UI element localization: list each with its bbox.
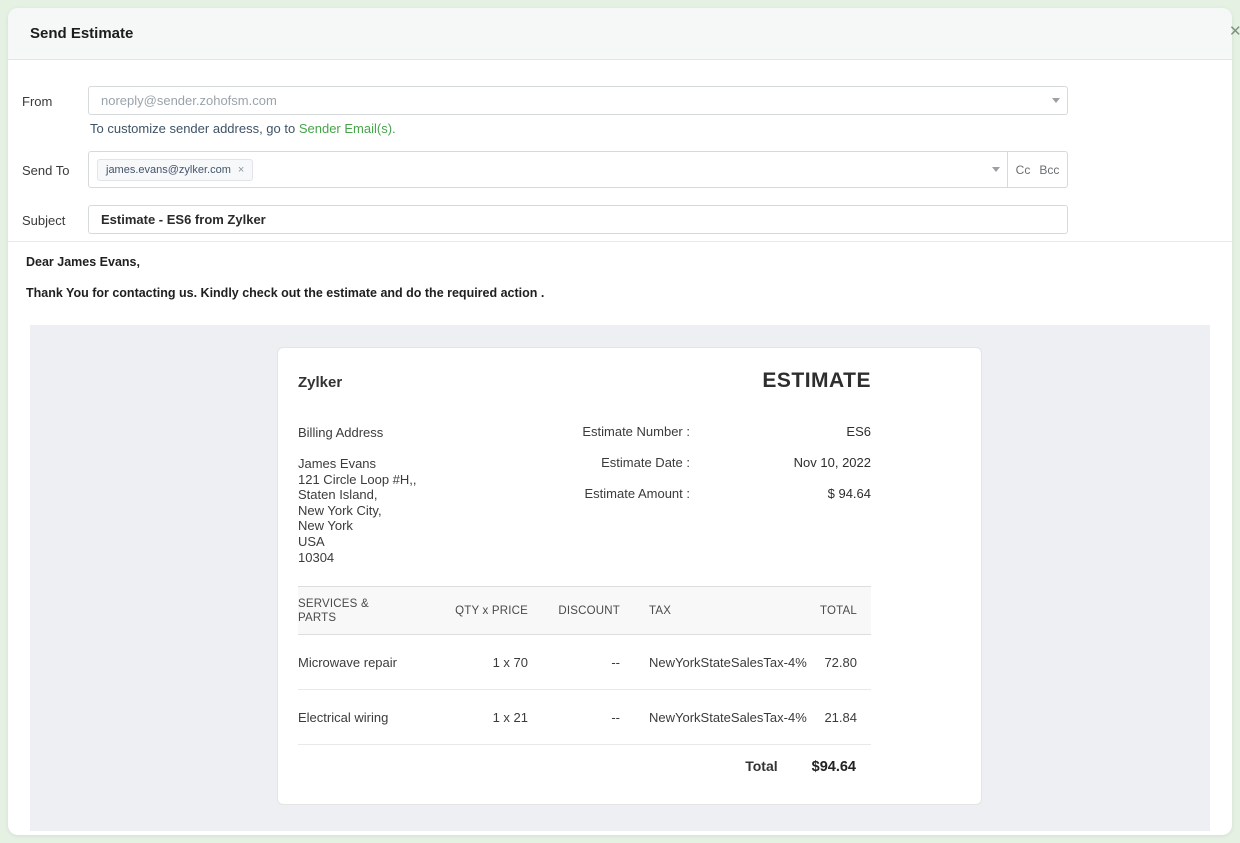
address-line: New York City, xyxy=(298,503,417,519)
estimate-amount-label: Estimate Amount : xyxy=(540,486,690,501)
send-to-dropdown-caret-icon[interactable] xyxy=(992,167,1000,172)
col-total: TOTAL xyxy=(811,587,871,635)
table-header-row: SERVICES & PARTS QTY x PRICE DISCOUNT TA… xyxy=(298,587,871,635)
total-value: $94.64 xyxy=(812,759,856,775)
bcc-button[interactable]: Bcc xyxy=(1039,163,1059,177)
billing-address: James Evans 121 Circle Loop #H,, Staten … xyxy=(298,456,417,565)
col-discount: DISCOUNT xyxy=(528,587,620,635)
company-name: Zylker xyxy=(298,374,342,391)
dialog-title: Send Estimate xyxy=(30,25,133,42)
address-line: 10304 xyxy=(298,550,417,566)
address-line: New York xyxy=(298,518,417,534)
line-total: 21.84 xyxy=(811,690,871,745)
cc-bcc-box: Cc Bcc xyxy=(1007,151,1068,188)
sender-helper-text: To customize sender address, go to Sende… xyxy=(90,121,396,136)
estimate-number-label: Estimate Number : xyxy=(540,424,690,439)
from-label: From xyxy=(22,94,52,109)
estimate-amount-value: $ 94.64 xyxy=(690,486,871,501)
from-input[interactable] xyxy=(88,86,1068,115)
estimate-meta: Estimate Number : ES6 Estimate Date : No… xyxy=(540,424,871,517)
subject-input[interactable] xyxy=(88,205,1068,234)
tax: NewYorkStateSalesTax-4% xyxy=(620,635,811,690)
remove-recipient-icon[interactable]: × xyxy=(238,164,244,176)
address-line: 121 Circle Loop #H,, xyxy=(298,472,417,488)
col-qty-price: QTY x PRICE xyxy=(438,587,528,635)
subject-label: Subject xyxy=(22,213,65,228)
send-estimate-dialog: Send Estimate From To customize sender a… xyxy=(8,8,1232,835)
estimate-date-label: Estimate Date : xyxy=(540,455,690,470)
meta-row-number: Estimate Number : ES6 xyxy=(540,424,871,439)
table-row: Electrical wiring 1 x 21 -- NewYorkState… xyxy=(298,690,871,745)
meta-row-date: Estimate Date : Nov 10, 2022 xyxy=(540,455,871,470)
cc-button[interactable]: Cc xyxy=(1016,163,1031,177)
service-name: Electrical wiring xyxy=(298,690,438,745)
from-dropdown-caret-icon[interactable] xyxy=(1052,98,1060,103)
address-line: James Evans xyxy=(298,456,417,472)
discount: -- xyxy=(528,635,620,690)
line-items-table: SERVICES & PARTS QTY x PRICE DISCOUNT TA… xyxy=(298,586,871,745)
col-services-parts: SERVICES & PARTS xyxy=(298,587,438,635)
send-to-field[interactable]: james.evans@zylker.com × xyxy=(88,151,1008,188)
email-body-editor[interactable]: Dear James Evans, Thank You for contacti… xyxy=(26,255,1214,317)
email-greeting: Dear James Evans, xyxy=(26,255,1214,269)
document-title: ESTIMATE xyxy=(762,369,871,393)
recipient-chip[interactable]: james.evans@zylker.com × xyxy=(97,159,253,181)
estimate-total-row: Total $94.64 xyxy=(745,758,856,775)
total-label: Total xyxy=(745,758,777,774)
email-message: Thank You for contacting us. Kindly chec… xyxy=(26,286,1214,300)
col-tax: TAX xyxy=(620,587,811,635)
send-to-label: Send To xyxy=(22,163,69,178)
service-name: Microwave repair xyxy=(298,635,438,690)
sender-helper-prefix: To customize sender address, go to xyxy=(90,121,299,136)
address-line: Staten Island, xyxy=(298,487,417,503)
estimate-card: Zylker ESTIMATE Billing Address Estimate… xyxy=(277,347,982,805)
address-line: USA xyxy=(298,534,417,550)
estimate-preview-area: Zylker ESTIMATE Billing Address Estimate… xyxy=(30,325,1210,831)
billing-address-label: Billing Address xyxy=(298,425,383,440)
dialog-header: Send Estimate xyxy=(8,8,1232,60)
close-icon[interactable]: ✕ xyxy=(1229,22,1240,42)
recipient-chip-label: james.evans@zylker.com xyxy=(106,164,231,176)
tax: NewYorkStateSalesTax-4% xyxy=(620,690,811,745)
meta-row-amount: Estimate Amount : $ 94.64 xyxy=(540,486,871,501)
form-body-divider xyxy=(8,241,1232,242)
qty-price: 1 x 21 xyxy=(438,690,528,745)
estimate-date-value: Nov 10, 2022 xyxy=(690,455,871,470)
table-row: Microwave repair 1 x 70 -- NewYorkStateS… xyxy=(298,635,871,690)
discount: -- xyxy=(528,690,620,745)
page-background: { "dialog": { "title": "Send Estimate", … xyxy=(0,0,1240,843)
estimate-number-value: ES6 xyxy=(690,424,871,439)
line-total: 72.80 xyxy=(811,635,871,690)
qty-price: 1 x 70 xyxy=(438,635,528,690)
sender-emails-link[interactable]: Sender Email(s). xyxy=(299,121,396,136)
